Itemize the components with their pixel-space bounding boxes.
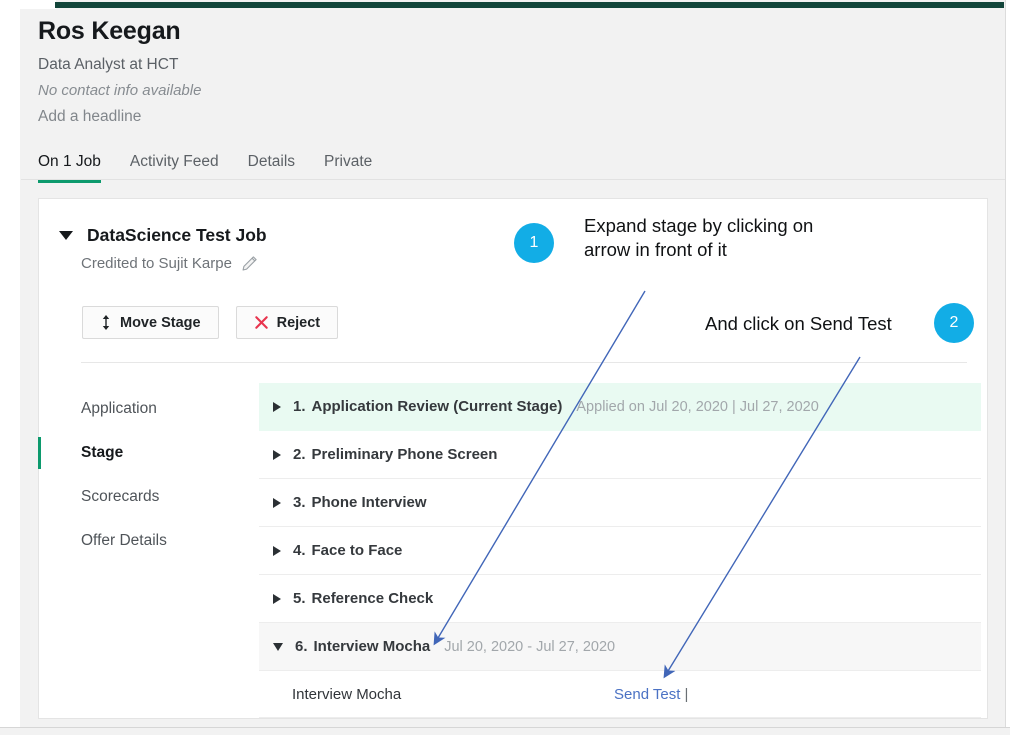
credited-to-label: Credited to Sujit Karpe xyxy=(81,255,232,272)
credited-row: Credited to Sujit Karpe xyxy=(81,255,258,272)
stage-number: 6. xyxy=(295,638,308,655)
stage-row[interactable]: 3. Phone Interview xyxy=(259,479,981,527)
annotation-text-1: Expand stage by clicking on arrow in fro… xyxy=(584,214,884,263)
pencil-icon[interactable] xyxy=(241,255,258,272)
tabs-underline xyxy=(21,179,1005,180)
stage-detail-actions: Send Test | xyxy=(614,686,688,703)
stage-row[interactable]: 1. Application Review (Current Stage) Ap… xyxy=(259,383,981,431)
stage-number: 4. xyxy=(293,542,306,559)
stage-detail-name: Interview Mocha xyxy=(292,685,402,703)
stage-label: Application Review (Current Stage) xyxy=(311,398,563,415)
stage-label: Phone Interview xyxy=(311,494,427,511)
sidebar-item-stage[interactable]: Stage xyxy=(38,431,254,475)
stage-sub-nav: Application Stage Scorecards Offer Detai… xyxy=(38,387,254,563)
move-vertical-icon xyxy=(100,314,112,331)
chevron-right-icon[interactable] xyxy=(273,497,281,508)
stage-number: 2. xyxy=(293,446,306,463)
reject-label: Reject xyxy=(276,314,321,331)
candidate-role: Data Analyst at HCT xyxy=(38,56,179,73)
send-test-link[interactable]: Send Test xyxy=(614,686,680,703)
stage-detail-row: Interview Mocha Send Test | xyxy=(259,671,981,718)
left-gutter xyxy=(0,0,20,735)
move-stage-button[interactable]: Move Stage xyxy=(82,306,219,339)
stage-number: 5. xyxy=(293,590,306,607)
global-topbar xyxy=(55,2,1004,8)
stage-row[interactable]: 6. Interview Mocha Jul 20, 2020 - Jul 27… xyxy=(259,623,981,671)
action-separator: | xyxy=(684,685,689,703)
stage-number: 3. xyxy=(293,494,306,511)
annotation-text-2: And click on Send Test xyxy=(705,312,935,336)
job-title: DataScience Test Job xyxy=(87,225,267,245)
stage-number: 1. xyxy=(293,398,306,415)
page-title: Ros Keegan xyxy=(38,17,181,45)
annotation-badge-1[interactable]: 1 xyxy=(514,223,554,263)
job-title-row: DataScience Test Job xyxy=(59,225,267,246)
stage-list: 1. Application Review (Current Stage) Ap… xyxy=(259,383,981,718)
stage-label: Reference Check xyxy=(311,590,434,607)
stage-meta: Jul 20, 2020 - Jul 27, 2020 xyxy=(444,638,616,655)
topbar-left-spacer xyxy=(20,0,56,9)
bottom-strip xyxy=(0,727,1010,735)
stage-meta: Applied on Jul 20, 2020 | Jul 27, 2020 xyxy=(576,398,819,415)
chevron-right-icon[interactable] xyxy=(273,401,281,412)
reject-button[interactable]: Reject xyxy=(235,306,339,339)
stage-row[interactable]: 2. Preliminary Phone Screen xyxy=(259,431,981,479)
close-x-icon xyxy=(254,315,269,330)
stage-label: Interview Mocha xyxy=(313,638,431,655)
stage-label: Preliminary Phone Screen xyxy=(311,446,498,463)
profile-header: Ros Keegan Data Analyst at HCT No contac… xyxy=(21,9,1005,183)
add-headline-link[interactable]: Add a headline xyxy=(38,108,141,126)
sidebar-item-application[interactable]: Application xyxy=(39,387,254,431)
annotation-badge-2[interactable]: 2 xyxy=(934,303,974,343)
annotation-text-2-line-1: And click on Send Test xyxy=(705,313,892,334)
caret-down-icon[interactable] xyxy=(59,231,73,240)
stage-label: Face to Face xyxy=(311,542,403,559)
candidate-contact-info: No contact info available xyxy=(38,82,202,99)
annotation-text-1-line-2: arrow in front of it xyxy=(584,239,727,261)
chevron-right-icon[interactable] xyxy=(273,449,281,460)
stage-row[interactable]: 4. Face to Face xyxy=(259,527,981,575)
chevron-down-icon[interactable] xyxy=(273,642,283,651)
sidebar-item-offer-details[interactable]: Offer Details xyxy=(39,519,254,563)
move-stage-label: Move Stage xyxy=(120,314,201,331)
sidebar-item-scorecards[interactable]: Scorecards xyxy=(39,475,254,519)
chevron-right-icon[interactable] xyxy=(273,545,281,556)
job-card: DataScience Test Job Credited to Sujit K… xyxy=(38,198,988,719)
profile-tabs: On 1 Job Activity Feed Details Private xyxy=(38,145,401,183)
chevron-right-icon[interactable] xyxy=(273,593,281,604)
annotation-text-1-line-1: Expand stage by clicking on xyxy=(584,215,814,236)
job-action-buttons: Move Stage Reject xyxy=(82,306,339,339)
card-divider xyxy=(81,362,967,363)
app-viewport: Ros Keegan Data Analyst at HCT No contac… xyxy=(0,0,1010,735)
stage-row[interactable]: 5. Reference Check xyxy=(259,575,981,623)
